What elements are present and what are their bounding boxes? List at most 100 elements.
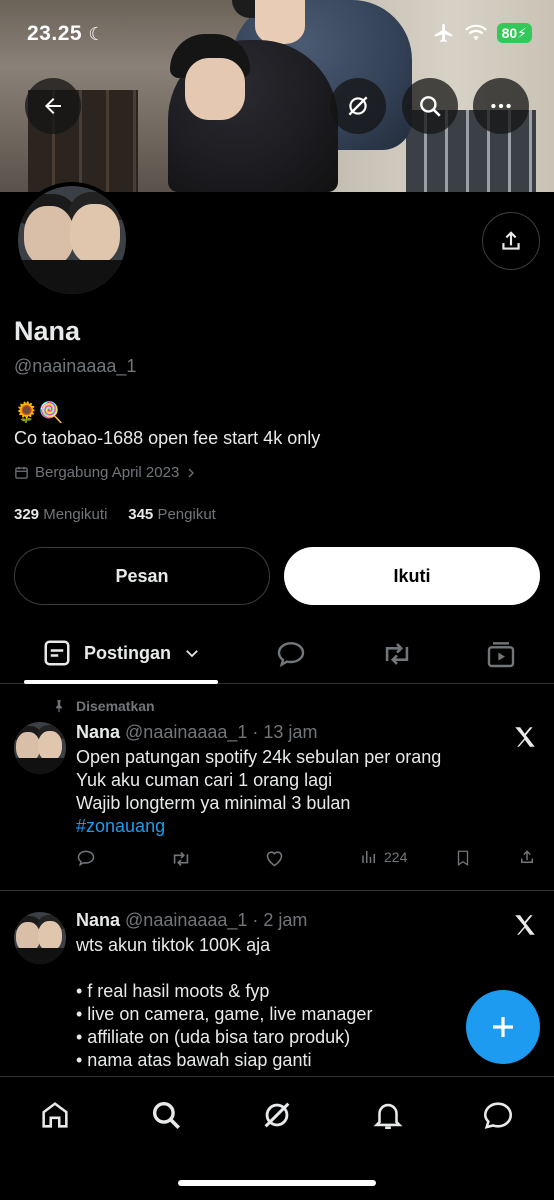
post-line: wts akun tiktok 100K aja <box>76 935 271 955</box>
nav-notifications[interactable] <box>368 1095 408 1135</box>
post-actions: 224 <box>76 848 542 870</box>
tab-reposts[interactable] <box>377 634 417 674</box>
back-button[interactable] <box>25 78 81 134</box>
post-hashtag[interactable]: #zonauang <box>76 815 441 838</box>
moon-icon: ☾ <box>88 24 106 44</box>
home-indicator <box>178 1180 376 1186</box>
follow-button[interactable]: Ikuti <box>284 547 540 605</box>
post-author-name[interactable]: Nana <box>76 910 120 930</box>
following-label: Mengikuti <box>43 506 108 523</box>
post-meta: @naainaaaa_1 · 2 jam <box>125 910 308 930</box>
nav-search[interactable] <box>146 1095 186 1135</box>
avatar-body <box>18 260 126 294</box>
views-button[interactable]: 224 <box>360 848 407 866</box>
post-line: • affiliate on (uda bisa taro produk) <box>76 1027 351 1047</box>
post-header: Nana @naainaaaa_1 · 13 jam <box>76 722 317 743</box>
bookmark-icon <box>457 850 469 867</box>
message-button[interactable]: Pesan <box>14 547 270 605</box>
x-logo-icon <box>515 727 535 747</box>
nav-messages[interactable] <box>478 1095 518 1135</box>
avatar-body <box>14 948 66 964</box>
followers-link[interactable]: 345 Pengikut <box>128 506 216 523</box>
search-button[interactable] <box>402 78 458 134</box>
views-icon <box>362 851 375 863</box>
profile-emoji: 🌻🍭 <box>14 402 64 424</box>
profile-name: Nana <box>14 316 81 346</box>
reposts-icon <box>385 643 409 665</box>
post-author-name[interactable]: Nana <box>76 722 120 742</box>
following-link[interactable]: 329 Mengikuti <box>14 506 107 523</box>
post-meta: @naainaaaa_1 · 13 jam <box>125 722 318 742</box>
avatar-face <box>70 204 120 264</box>
chevron-right-icon <box>188 468 195 477</box>
posts-tab-icon <box>44 640 70 666</box>
repost-button[interactable] <box>170 848 192 870</box>
back-arrow-icon <box>45 98 61 114</box>
pinned-label: Disematkan <box>76 698 155 714</box>
views-count: 224 <box>384 849 408 865</box>
post-line: • nama atas bawah siap ganti <box>76 1050 312 1070</box>
avatar-face <box>38 731 62 761</box>
share-icon <box>502 231 520 250</box>
share-button[interactable] <box>482 212 540 270</box>
more-icon <box>491 103 511 109</box>
tab-media[interactable] <box>481 634 521 674</box>
x-logo-icon <box>515 915 535 935</box>
profile-avatar[interactable] <box>14 182 130 298</box>
profile-handle: @naainaaaa_1 <box>14 356 137 376</box>
profile-joined[interactable]: Bergabung April 2023 <box>14 464 197 481</box>
nav-grok[interactable] <box>257 1095 297 1135</box>
status-bar: 23.25 ☾ 80⚡ <box>0 0 554 66</box>
tab-posts-label: Postingan <box>84 642 172 663</box>
post-divider <box>0 890 554 891</box>
replies-icon <box>277 642 305 668</box>
avatar-body <box>14 758 66 774</box>
heart-icon <box>266 851 283 867</box>
plus-icon <box>493 1017 513 1037</box>
media-icon <box>487 642 515 668</box>
post-line: Open patungan spotify 24k sebulan per or… <box>76 747 442 767</box>
nav-home[interactable] <box>35 1095 75 1135</box>
following-count: 329 <box>14 506 40 523</box>
status-time: 23.25 ☾ <box>27 22 105 46</box>
reply-icon <box>77 850 95 867</box>
compose-button[interactable] <box>466 990 540 1064</box>
tab-posts[interactable]: Postingan <box>24 622 218 684</box>
share-icon <box>521 850 533 863</box>
share-post-button[interactable] <box>518 848 536 866</box>
post-line: Yuk aku cuman cari 1 orang lagi <box>76 770 333 790</box>
pinned-indicator: Disematkan <box>52 698 155 714</box>
wifi-icon <box>464 24 487 41</box>
post-line: • live on camera, game, live manager <box>76 1004 373 1024</box>
calendar-icon <box>15 466 28 479</box>
chat-icon <box>483 1102 513 1129</box>
joined-text: Bergabung April 2023 <box>35 464 180 481</box>
grok-icon <box>264 1102 290 1128</box>
avatar-face <box>38 921 62 951</box>
profile-tabs: Postingan <box>0 622 554 684</box>
post-line: • f real hasil moots & fyp <box>76 981 270 1001</box>
post-avatar[interactable] <box>14 722 66 774</box>
banner-face <box>185 58 245 120</box>
grok-icon <box>348 96 368 116</box>
post-body: wts akun tiktok 100K aja • f real hasil m… <box>76 934 372 1072</box>
pin-icon <box>56 700 62 713</box>
like-button[interactable] <box>264 848 285 869</box>
grok-button[interactable] <box>330 78 386 134</box>
post-line: Wajib longterm ya minimal 3 bulan <box>76 793 351 813</box>
search-icon <box>420 96 441 117</box>
chevron-down-icon[interactable] <box>183 644 201 662</box>
more-button[interactable] <box>473 78 529 134</box>
reply-button[interactable] <box>76 848 96 868</box>
tab-replies[interactable] <box>271 634 311 674</box>
post-avatar[interactable] <box>14 912 66 964</box>
profile-bio: Co taobao-1688 open fee start 4k only <box>14 428 321 448</box>
repost-icon <box>173 851 189 867</box>
post-line <box>76 957 372 980</box>
avatar-face <box>24 206 74 266</box>
bell-icon <box>373 1103 403 1130</box>
post-header: Nana @naainaaaa_1 · 2 jam <box>76 910 307 931</box>
battery-level: 80 <box>501 25 518 41</box>
follow-stats: 329 Mengikuti 345 Pengikut <box>14 506 216 523</box>
bookmark-button[interactable] <box>454 848 472 868</box>
